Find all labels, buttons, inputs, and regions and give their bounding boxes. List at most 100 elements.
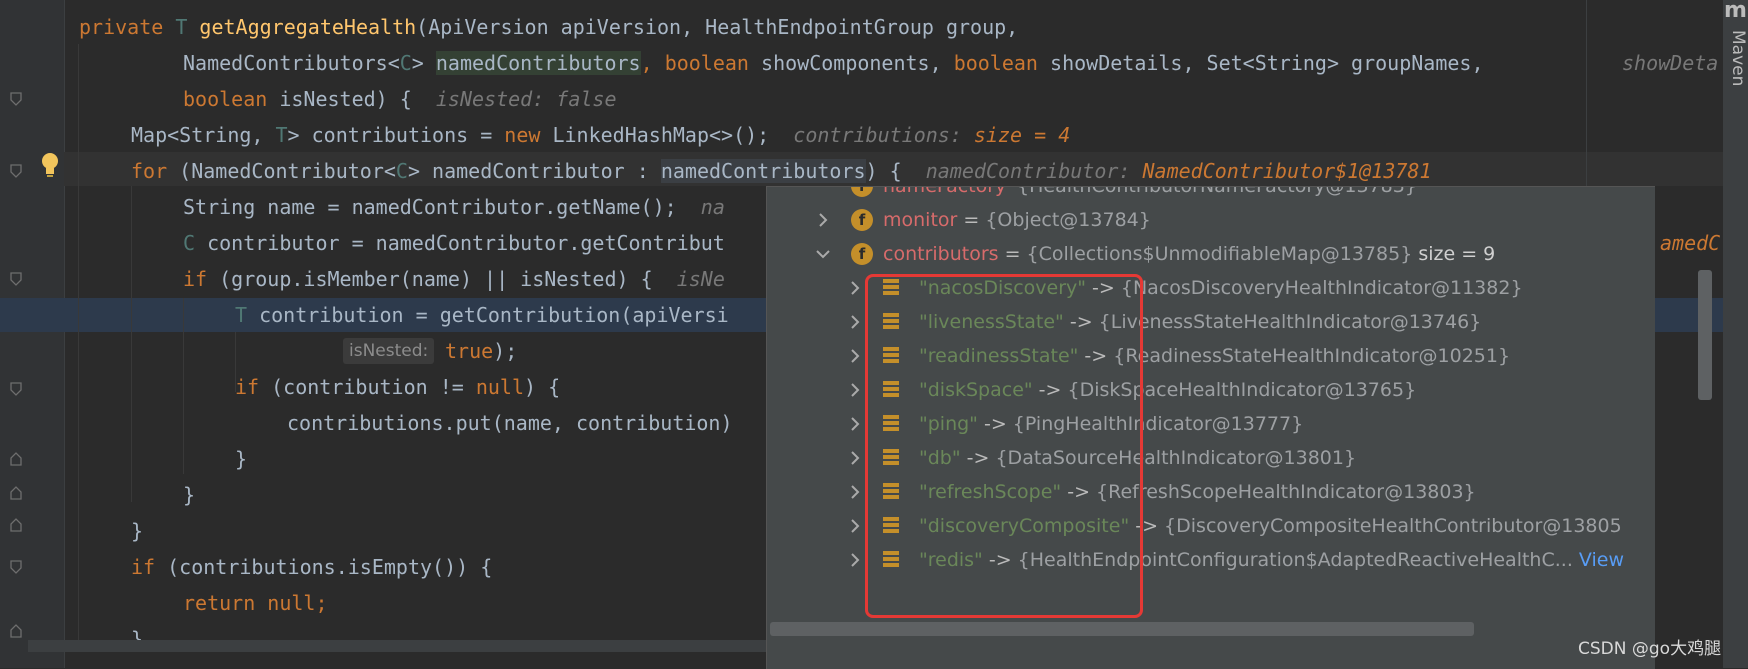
field-icon: f [851, 243, 873, 265]
keyword: for [131, 159, 168, 183]
fold-marker-icon[interactable] [10, 272, 22, 286]
code-line[interactable]: } [235, 442, 247, 476]
code-text: NamedContributors< [183, 51, 400, 75]
expand-arrow-icon[interactable] [847, 339, 863, 373]
indent-guide [183, 298, 184, 474]
collapse-arrow-icon[interactable] [815, 237, 831, 271]
code-text: showDetails, Set<String> groupNames, [1037, 51, 1484, 75]
code-text: String name = namedContributor.getName()… [183, 195, 677, 219]
field-value: {Object@13784} [985, 209, 1151, 231]
code-text: > namedContributor : [407, 159, 661, 183]
entry-value: {DiscoveryCompositeHealthContributor@138… [1164, 515, 1622, 537]
fold-marker-icon[interactable] [10, 560, 22, 574]
code-line[interactable]: for (NamedContributor<C> namedContributo… [131, 154, 1431, 188]
code-line[interactable]: if (contribution != null) { [235, 370, 560, 404]
usage-highlight: namedContributors [435, 51, 641, 75]
fold-end-icon[interactable] [10, 486, 22, 500]
expand-arrow-icon[interactable] [847, 509, 863, 543]
annotation-highlight-box [865, 274, 1143, 618]
expand-arrow-icon[interactable] [847, 475, 863, 509]
tool-window-strip [1723, 0, 1748, 668]
keyword: return [183, 591, 256, 615]
keyword: null [267, 591, 316, 615]
expand-arrow-icon[interactable] [847, 373, 863, 407]
fold-end-icon[interactable] [10, 452, 22, 466]
expand-arrow-icon[interactable] [847, 543, 863, 577]
expand-arrow-icon[interactable] [847, 441, 863, 475]
field-name: monitor [883, 209, 958, 231]
popup-vertical-scrollbar[interactable] [1698, 270, 1712, 400]
code-text: contributions.put(name, contribution) [287, 411, 733, 435]
popup-horizontal-scrollbar[interactable] [770, 622, 1474, 636]
inline-hint: contributions: [793, 123, 974, 147]
code-line[interactable]: return null; [183, 586, 328, 620]
fold-marker-icon[interactable] [10, 164, 22, 178]
type-param: T [235, 303, 248, 327]
gutter-divider [64, 0, 65, 668]
code-line[interactable]: NamedContributors<C> namedContributors, … [183, 46, 1484, 80]
tree-row-monitor[interactable]: f monitor = {Object@13784} [767, 203, 1647, 237]
code-line[interactable]: if (group.isMember(name) || isNested) { … [183, 262, 725, 296]
code-line[interactable]: C contributor = namedContributor.getCont… [183, 226, 725, 260]
code-text: > [411, 51, 436, 75]
code-line[interactable]: boolean isNested) { isNested: false [183, 82, 617, 116]
fold-end-icon[interactable] [10, 624, 22, 638]
truncation-ellipsis: ... [1554, 549, 1579, 571]
inline-hint: isNe [676, 267, 725, 291]
method-name: getAggregateHealth [199, 15, 417, 39]
keyword: boolean [183, 87, 268, 111]
keyword: private [79, 15, 176, 39]
expand-arrow-icon[interactable] [847, 407, 863, 441]
code-text: contributor = namedContributor.getContri… [195, 231, 725, 255]
expand-arrow-icon[interactable] [815, 203, 831, 237]
code-text: ; [315, 591, 328, 615]
code-text: ); [493, 339, 518, 363]
code-line[interactable]: private T getAggregateHealth(ApiVersion … [79, 10, 1018, 44]
expand-arrow-icon[interactable] [847, 271, 863, 305]
type-param: T [175, 15, 200, 39]
type-param: T [275, 123, 288, 147]
code-line[interactable]: contributions.put(name, contribution) [287, 406, 733, 440]
tree-row-contributors[interactable]: f contributors = {Collections$Unmodifiab… [767, 237, 1647, 271]
field-icon: f [851, 187, 873, 197]
code-line[interactable]: if (contributions.isEmpty()) { [131, 550, 492, 584]
expand-arrow-icon[interactable] [847, 305, 863, 339]
code-text: ) { [865, 159, 902, 183]
code-text: } [183, 483, 196, 507]
code-line-current[interactable]: T contribution = getContribution(apiVers… [235, 298, 729, 332]
inline-hint-value: size = 4 [973, 123, 1071, 147]
code-text: LinkedHashMap<>(); [540, 123, 770, 147]
fold-marker-icon[interactable] [10, 382, 22, 396]
code-text: showComponents, [748, 51, 954, 75]
equals-sign: = [998, 243, 1027, 265]
code-line[interactable]: } [183, 478, 195, 512]
code-text: Map<String, [131, 123, 276, 147]
code-line[interactable]: Map<String, T> contributions = new Linke… [131, 118, 1070, 152]
inline-hint: showDeta [1622, 51, 1719, 75]
code-text: , [640, 51, 665, 75]
indent-guide [131, 186, 132, 502]
code-line[interactable]: true); [445, 334, 517, 368]
inline-hint: isNested: false [435, 87, 617, 111]
watermark: CSDN @go大鸡腿 [1578, 639, 1722, 659]
fold-end-icon[interactable] [10, 518, 22, 532]
code-text: (ApiVersion apiVersion, HealthEndpointGr… [416, 15, 1019, 39]
fold-marker-icon[interactable] [10, 92, 22, 106]
code-line[interactable]: } [131, 514, 143, 548]
entry-value: {RefreshScopeHealthIndicator@13803} [1096, 481, 1476, 503]
code-text: } [131, 519, 144, 543]
keyword: if [131, 555, 156, 579]
usage-highlight: namedContributors [660, 159, 866, 183]
code-line[interactable]: String name = namedContributor.getName()… [183, 190, 725, 224]
keyword: if [235, 375, 260, 399]
maven-icon[interactable]: m [1724, 0, 1747, 23]
code-text: (NamedContributor< [167, 159, 396, 183]
maven-tool-window-tab[interactable]: Maven [1728, 30, 1748, 86]
field-icon: f [851, 209, 873, 231]
editor-hscroll-track[interactable] [28, 640, 768, 652]
code-text: contribution = getContribution(apiVersi [247, 303, 729, 327]
keyword: new [504, 123, 541, 147]
lightbulb-icon[interactable] [40, 152, 60, 183]
view-link[interactable]: View [1579, 549, 1624, 571]
